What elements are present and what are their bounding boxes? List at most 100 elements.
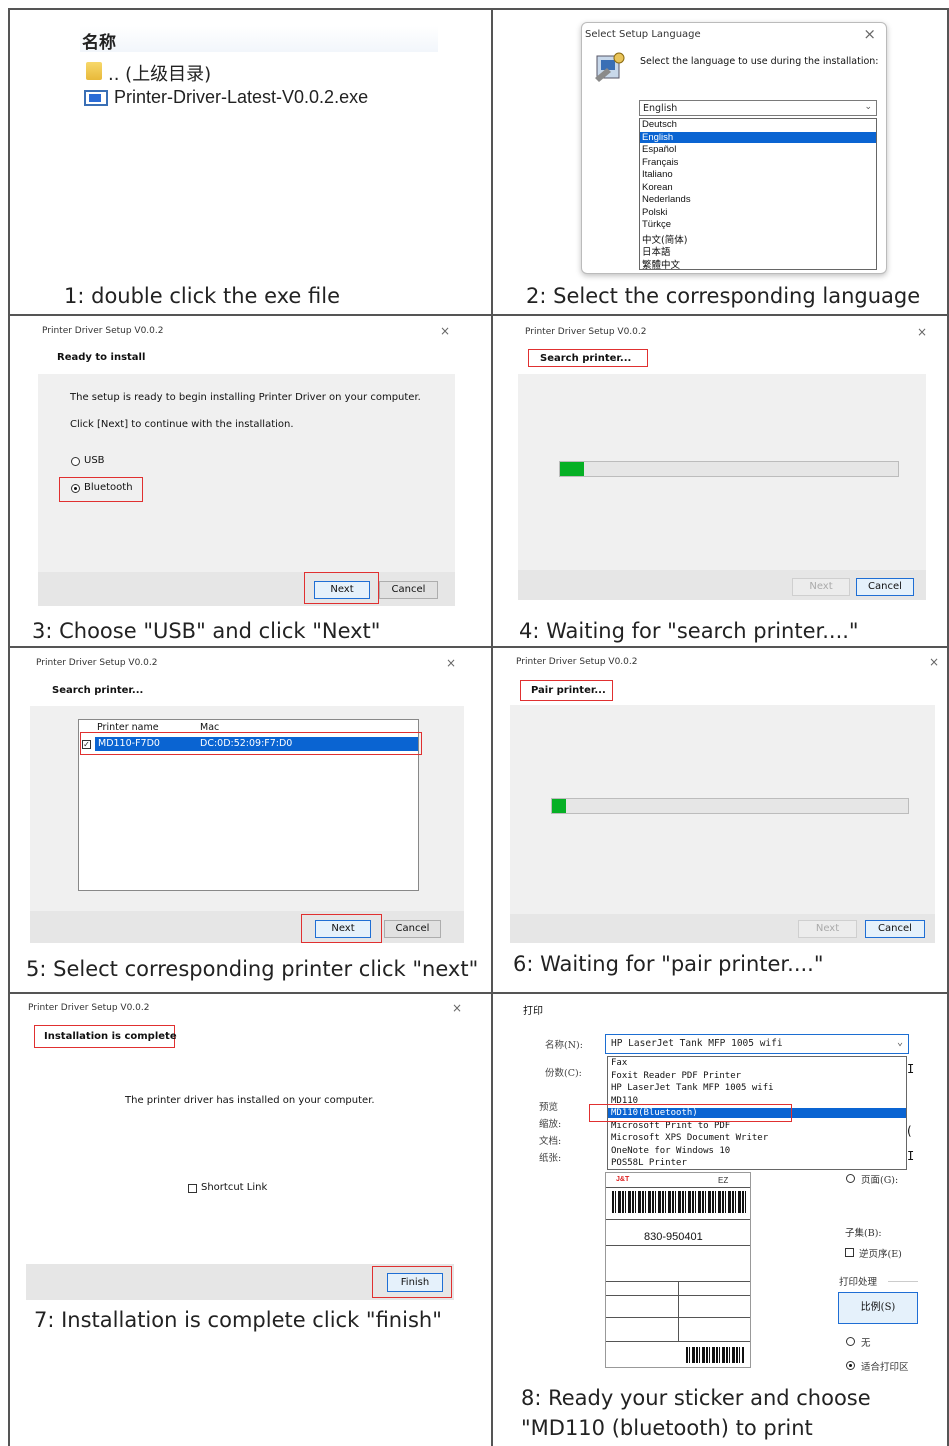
language-selected-value: English <box>643 103 678 114</box>
search-printer-title: Search printer... <box>52 685 144 696</box>
language-option[interactable]: Italiano <box>642 169 673 180</box>
printer-option[interactable]: Fax <box>611 1058 627 1068</box>
printer-option[interactable]: Microsoft Print to PDF <box>611 1121 730 1131</box>
close-icon[interactable]: × <box>440 324 450 338</box>
step-1-caption: 1: double click the exe file <box>64 284 341 308</box>
next-button[interactable]: Next <box>315 920 371 938</box>
step-2-cell: Select Setup Language × Select the langu… <box>493 8 949 316</box>
language-option[interactable]: Korean <box>642 182 673 193</box>
printer-option[interactable]: Microsoft XPS Document Writer <box>611 1133 768 1143</box>
step-4-cell: Printer Driver Setup V0.0.2 × Search pri… <box>493 316 949 648</box>
search-progress-fill <box>560 462 584 476</box>
language-dialog-title: Select Setup Language <box>585 29 701 40</box>
step-3-cell: Printer Driver Setup V0.0.2 × Ready to i… <box>8 316 493 648</box>
installation-complete-title: Installation is complete <box>44 1031 177 1042</box>
label-code: EZ <box>718 1176 729 1185</box>
finish-button[interactable]: Finish <box>387 1273 443 1292</box>
usb-label: USB <box>84 455 105 466</box>
language-option[interactable]: Deutsch <box>642 119 677 130</box>
paper-label: 纸张: <box>539 1153 562 1164</box>
scale-button[interactable]: 比例(S) <box>838 1292 918 1324</box>
language-prompt: Select the language to use during the in… <box>640 56 879 67</box>
next-button[interactable]: Next <box>792 578 850 596</box>
shortcut-checkbox[interactable] <box>188 1184 197 1193</box>
printer-option[interactable]: OneNote for Windows 10 <box>611 1146 730 1156</box>
label-rule <box>678 1281 679 1341</box>
pages-radio[interactable] <box>846 1174 855 1183</box>
partial-glyph: ( <box>907 1124 912 1138</box>
pair-printer-title: Pair printer... <box>531 685 606 696</box>
bluetooth-label: Bluetooth <box>84 482 133 493</box>
label-number: 830-950401 <box>644 1231 703 1243</box>
label-rule <box>606 1219 750 1220</box>
chevron-down-icon: ⌄ <box>896 1037 903 1048</box>
label-rule <box>606 1187 750 1188</box>
printer-select[interactable]: HP LaserJet Tank MFP 1005 wifi ⌄ <box>605 1034 909 1054</box>
label-barcode-small <box>686 1347 744 1363</box>
step-8-caption-line-1: 8: Ready your sticker and choose <box>521 1386 871 1410</box>
next-button[interactable]: Next <box>314 581 370 599</box>
usb-radio[interactable] <box>71 457 80 466</box>
parent-directory-item[interactable]: .. (上级目录) <box>108 60 211 86</box>
step-4-caption: 4: Waiting for "search printer...." <box>519 619 859 643</box>
close-icon[interactable]: × <box>452 1001 462 1015</box>
setup-content-panel <box>510 705 935 943</box>
folder-icon <box>86 62 102 80</box>
setup-window-title: Printer Driver Setup V0.0.2 <box>36 658 158 668</box>
cancel-button[interactable]: Cancel <box>856 578 914 596</box>
label-preview: J&T EZ 830-950401 <box>605 1172 751 1368</box>
printer-selected-value: HP LaserJet Tank MFP 1005 wifi <box>611 1038 783 1049</box>
shortcut-label: Shortcut Link <box>201 1182 268 1193</box>
printer-option[interactable]: POS58L Printer <box>611 1158 687 1168</box>
label-rule <box>606 1341 750 1342</box>
highlight-box <box>80 732 422 755</box>
setup-installer-icon <box>595 52 625 82</box>
explorer-header-bar <box>80 26 438 52</box>
chevron-down-icon: ⌄ <box>864 102 872 112</box>
exe-file-item[interactable]: Printer-Driver-Latest-V0.0.2.exe <box>114 87 368 108</box>
language-option[interactable]: Nederlands <box>642 194 691 205</box>
language-options-list[interactable]: Deutsch English Español Français Italian… <box>639 118 877 271</box>
highlight-box <box>589 1104 792 1122</box>
close-icon[interactable]: × <box>863 25 876 43</box>
none-radio[interactable] <box>846 1337 855 1346</box>
step-7-caption: 7: Installation is complete click "finis… <box>34 1308 442 1332</box>
language-option-selected[interactable]: English <box>640 131 876 143</box>
cancel-button[interactable]: Cancel <box>384 920 441 938</box>
bluetooth-radio[interactable] <box>71 484 80 493</box>
cancel-button[interactable]: Cancel <box>865 920 925 938</box>
setup-content-panel <box>518 374 926 600</box>
step-7-cell: Printer Driver Setup V0.0.2 × Installati… <box>8 994 493 1446</box>
printer-option[interactable]: HP LaserJet Tank MFP 1005 wifi <box>611 1083 774 1093</box>
language-option[interactable]: Polski <box>642 207 667 218</box>
reverse-order-label: 逆页序(E) <box>859 1249 902 1260</box>
cancel-button[interactable]: Cancel <box>379 581 438 599</box>
fit-radio[interactable] <box>846 1361 855 1370</box>
setup-window-title: Printer Driver Setup V0.0.2 <box>525 327 647 337</box>
close-icon[interactable]: × <box>929 655 939 669</box>
step-8-cell: 打印 名称(N): HP LaserJet Tank MFP 1005 wifi… <box>493 994 949 1446</box>
close-icon[interactable]: × <box>917 325 927 339</box>
language-option[interactable]: Español <box>642 144 676 155</box>
language-select[interactable]: English ⌄ <box>639 100 877 116</box>
reverse-order-checkbox[interactable] <box>845 1248 854 1257</box>
explorer-column-header: 名称 <box>82 33 116 53</box>
ready-to-install-title: Ready to install <box>57 352 146 363</box>
label-barcode <box>612 1191 746 1213</box>
pair-progress-bar <box>551 798 909 814</box>
label-rule <box>606 1245 750 1246</box>
close-icon[interactable]: × <box>446 656 456 670</box>
next-button[interactable]: Next <box>798 920 857 938</box>
copies-label: 份数(C): <box>545 1068 582 1079</box>
language-option[interactable]: Français <box>642 157 678 168</box>
printer-option[interactable]: Foxit Reader PDF Printer <box>611 1071 741 1081</box>
print-dialog-title: 打印 <box>523 1006 543 1017</box>
language-option[interactable]: 繁體中文 <box>642 257 680 271</box>
pair-progress-fill <box>552 799 567 813</box>
language-option[interactable]: Türkçe <box>642 219 671 230</box>
label-brand: J&T <box>616 1176 630 1183</box>
step-6-cell: Printer Driver Setup V0.0.2 × Pair print… <box>493 648 949 994</box>
step-1-cell: 名称 .. (上级目录) Printer-Driver-Latest-V0.0.… <box>8 8 493 316</box>
installed-message: The printer driver has installed on your… <box>125 1095 375 1106</box>
printer-name-label: 名称(N): <box>545 1040 583 1051</box>
